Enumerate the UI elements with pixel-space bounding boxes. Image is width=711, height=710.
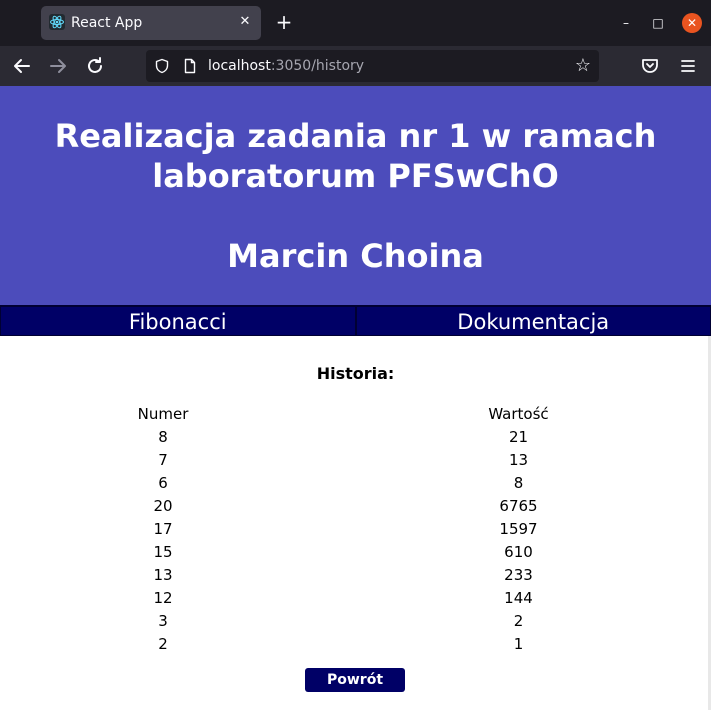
new-tab-button[interactable]: + — [273, 11, 295, 33]
cell-value: 144 — [504, 589, 533, 607]
table-row: 12 144 — [0, 587, 711, 610]
table-row: 15 610 — [0, 541, 711, 564]
page-header: Realizacja zadania nr 1 w ramach laborat… — [0, 86, 711, 305]
table-row: 20 6765 — [0, 495, 711, 518]
cell-number: 13 — [153, 566, 173, 584]
history-title: Historia: — [316, 364, 395, 383]
url-path: :3050/history — [270, 58, 365, 74]
cell-value: 1597 — [499, 520, 538, 538]
hamburger-menu-icon[interactable] — [676, 54, 700, 78]
cell-value: 21 — [508, 428, 529, 446]
menu-item-dokumentacja[interactable]: Dokumentacja — [355, 306, 711, 336]
menu-item-fibonacci[interactable]: Fibonacci — [0, 306, 356, 336]
url-text[interactable]: localhost:3050/history — [208, 57, 364, 75]
address-bar[interactable]: localhost:3050/history ☆ — [146, 50, 599, 82]
cell-number: 17 — [153, 520, 173, 538]
cell-value: 2 — [513, 612, 524, 630]
tab-close-icon[interactable]: ✕ — [237, 14, 253, 30]
main-menu: Fibonacci Dokumentacja — [0, 305, 711, 336]
browser-tab-bar: React App ✕ + – □ ✕ — [0, 0, 711, 46]
page-title-line2: laboratorum PFSwChO — [152, 157, 559, 195]
cell-value: 8 — [513, 474, 524, 492]
cell-value: 1 — [513, 635, 524, 653]
cell-number: 8 — [158, 428, 168, 446]
table-row: 2 1 — [0, 633, 711, 656]
bookmark-star-icon[interactable]: ☆ — [573, 56, 593, 76]
cell-number: 12 — [153, 589, 173, 607]
back-button[interactable]: Powrót — [305, 668, 405, 692]
page-icon[interactable] — [182, 58, 198, 74]
tab-title: React App — [71, 15, 143, 31]
cell-number: 6 — [158, 474, 168, 492]
back-arrow-icon[interactable] — [10, 54, 34, 78]
reload-icon[interactable] — [83, 54, 107, 78]
cell-number: 7 — [158, 451, 168, 469]
window-close-button[interactable]: ✕ — [682, 13, 702, 33]
shield-icon[interactable] — [154, 58, 170, 74]
cell-number: 3 — [158, 612, 168, 630]
cell-value: 6765 — [499, 497, 538, 515]
window-maximize-button[interactable]: □ — [648, 13, 668, 33]
table-row: 8 21 — [0, 426, 711, 449]
table-row: 3 2 — [0, 610, 711, 633]
table-row: 17 1597 — [0, 518, 711, 541]
table-row: 13 233 — [0, 564, 711, 587]
column-header-wartosc: Wartość — [488, 405, 549, 423]
cell-number: 2 — [158, 635, 168, 653]
table-header-row: Numer Wartość — [0, 403, 711, 426]
window-minimize-button[interactable]: – — [616, 13, 636, 33]
page-title: Realizacja zadania nr 1 w ramach laborat… — [0, 116, 711, 196]
browser-nav-bar: localhost:3050/history ☆ — [0, 46, 711, 86]
cell-value: 13 — [508, 451, 529, 469]
table-row: 6 8 — [0, 472, 711, 495]
author-name: Marcin Choina — [227, 237, 484, 275]
cell-value: 610 — [504, 543, 533, 561]
column-header-numer: Numer — [137, 405, 189, 423]
cell-value: 233 — [504, 566, 533, 584]
history-table: Numer Wartość 8 21 7 13 6 8 20 6765 17 1… — [0, 403, 711, 656]
react-logo-icon — [49, 14, 65, 30]
url-host: localhost — [208, 58, 271, 74]
forward-arrow-icon[interactable] — [46, 54, 70, 78]
cell-number: 15 — [153, 543, 173, 561]
page-title-line1: Realizacja zadania nr 1 w ramach — [54, 117, 657, 155]
table-row: 7 13 — [0, 449, 711, 472]
cell-number: 20 — [153, 497, 173, 515]
pocket-icon[interactable] — [638, 54, 662, 78]
browser-tab[interactable]: React App ✕ — [41, 6, 261, 40]
